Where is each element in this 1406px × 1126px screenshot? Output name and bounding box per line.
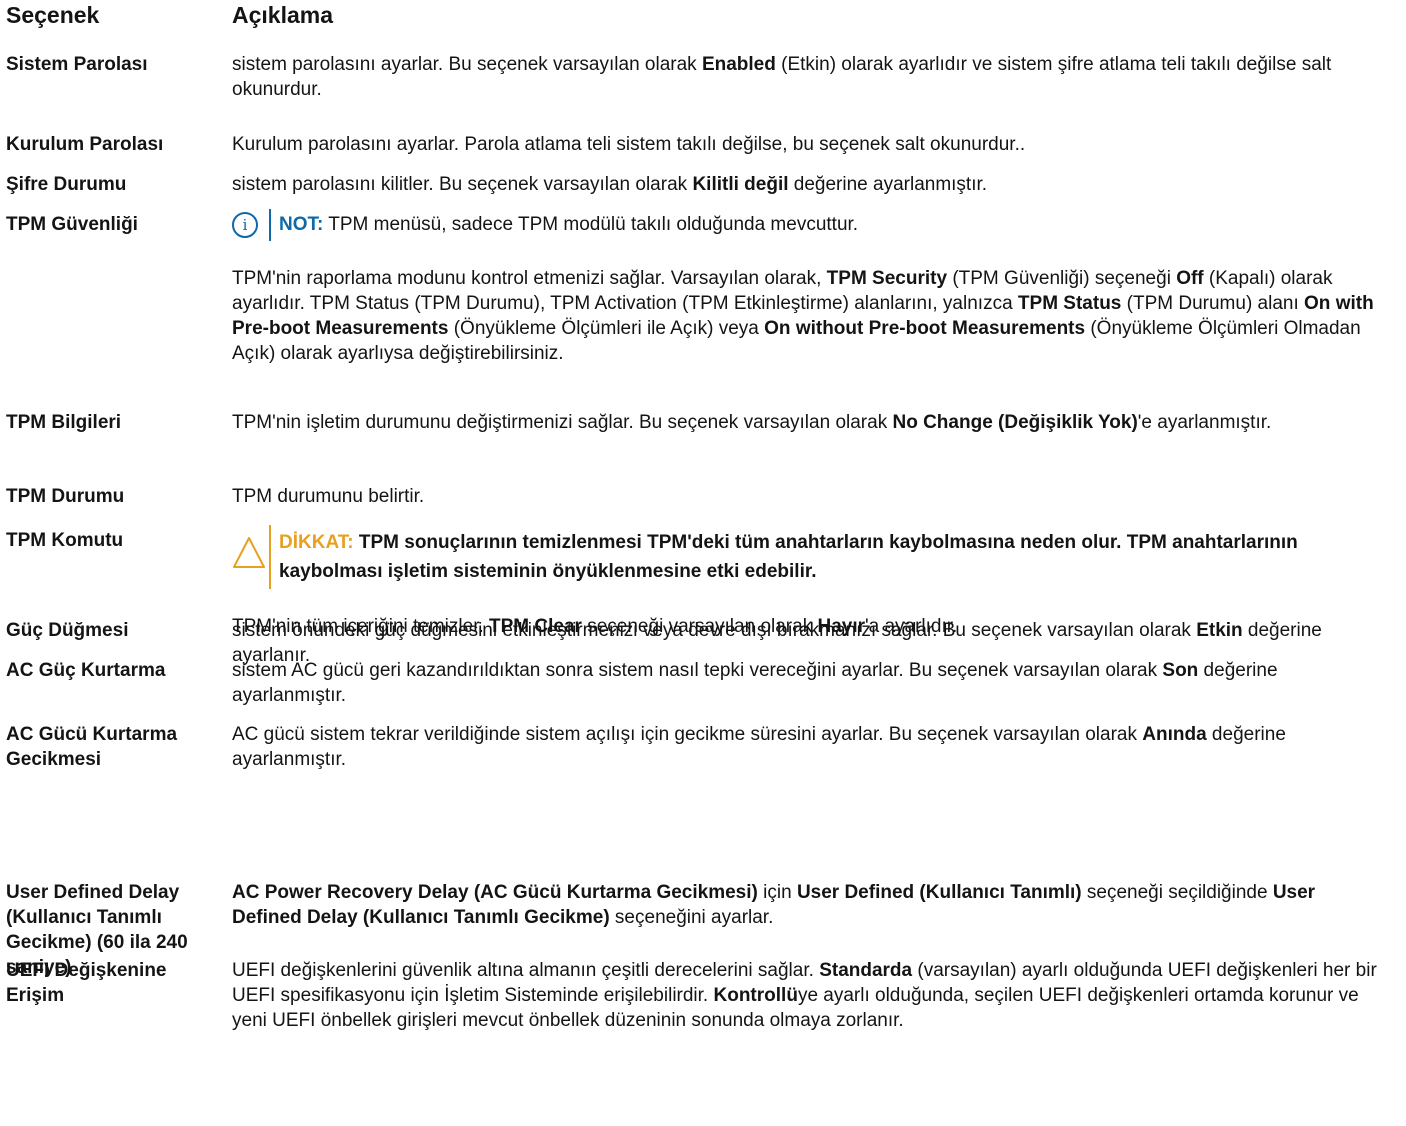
option-description: Kurulum parolasını ayarlar. Parola atlam… [232,134,1026,155]
caution-text: DİKKAT: TPM sonuçlarının temizlenmesi TP… [279,532,1298,582]
option-label: TPM Güvenliği [6,214,138,235]
caution-triangle-icon [233,537,265,568]
option-label: Sistem Parolası [6,54,148,75]
note-text: NOT: TPM menüsü, sadece TPM modülü takıl… [279,214,859,235]
header-description: Açıklama [232,2,334,28]
option-label: TPM Komutu [6,530,124,551]
note-callout: i NOT: TPM menüsü, sadece TPM modülü takı… [232,209,1382,242]
option-label: Güç Düğmesi [6,620,129,641]
note-prefix: NOT: [279,214,324,235]
option-description: TPM'nin raporlama modunu kontrol etmeniz… [232,268,1374,364]
option-label: TPM Durumu [6,486,125,507]
option-description: UEFI değişkenlerini güvenlik altına alma… [232,960,1377,1031]
option-description: AC gücü sistem tekrar verildiğinde siste… [232,724,1286,770]
caution-prefix: DİKKAT: [279,532,354,553]
option-description: AC Power Recovery Delay (AC Gücü Kurtarm… [232,882,1316,928]
option-description: sistem parolasını kilitler. Bu seçenek v… [232,174,988,195]
note-divider [269,209,271,241]
info-icon: i [232,212,258,238]
option-description: TPM durumunu belirtir. [232,486,425,507]
header-option: Seçenek [6,2,100,28]
option-label: AC Güç Kurtarma [6,660,166,681]
option-description: sistem parolasını ayarlar. Bu seçenek va… [232,54,1332,100]
option-label: Şifre Durumu [6,174,127,195]
caution-callout: DİKKAT: TPM sonuçlarının temizlenmesi TP… [232,525,1382,589]
caution-divider [269,525,271,589]
option-description: sistem AC gücü geri kazandırıldıktan son… [232,660,1278,706]
option-label: Kurulum Parolası [6,134,164,155]
option-label: UEFI Değişkenine Erişim [6,960,167,1006]
option-label: AC Gücü Kurtarma Gecikmesi [6,724,178,770]
option-description: TPM'nin işletim durumunu değiştirmenizi … [232,412,1272,433]
option-label: TPM Bilgileri [6,412,122,433]
